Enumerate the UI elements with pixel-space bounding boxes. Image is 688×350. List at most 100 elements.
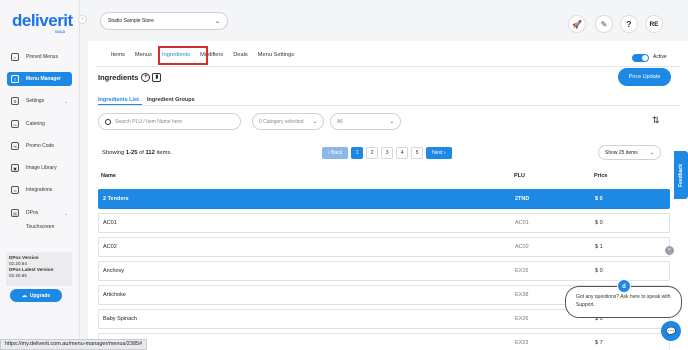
sidebar-item-label: Promo Code [26, 143, 55, 149]
subtab-ingredients-list[interactable]: Ingredients List [98, 97, 139, 103]
page-button[interactable]: 1 [351, 147, 364, 159]
row-name: Artichoke [103, 292, 126, 298]
cloud-upload-icon: ☁ [21, 292, 27, 299]
chevron-down-icon: ⌄ [214, 18, 220, 25]
store-select-value: Studio Sample Store [108, 18, 154, 24]
category-select-value: 0 Category selected [259, 118, 304, 125]
table-row[interactable]: EX23 $ 7 [98, 333, 670, 350]
status-select[interactable]: All ⌄ [330, 113, 401, 130]
chat-close-button[interactable]: × [665, 246, 674, 255]
per-page-value: Show 25 items [605, 149, 638, 156]
chevron-down-icon: ⌄ [312, 118, 317, 125]
row-name: AC02 [103, 244, 117, 250]
row-plu: EX26 [515, 316, 529, 322]
search-icon [105, 118, 111, 125]
brand-logo[interactable]: deliverit [12, 11, 73, 31]
feather-icon[interactable]: ✎ [595, 15, 613, 33]
sidebar-item-settings[interactable]: ⚙ Settings ⌄ [7, 94, 72, 108]
sidebar-collapse-button[interactable]: ‹ [78, 15, 87, 24]
table-row[interactable]: Anchovy EX15 $ 0 [98, 261, 670, 281]
column-header-plu[interactable]: PLU [514, 173, 525, 179]
bookmark-icon[interactable]: ▮ [152, 73, 162, 82]
latest-version-label: DPos Latest Version [9, 267, 54, 272]
subtab-ingredient-groups[interactable]: Ingredient Groups [147, 97, 195, 103]
chevron-down-icon: ⌄ [389, 118, 394, 125]
latest-version-value: 02.20.65 [9, 273, 27, 278]
row-price: $ 7 [595, 340, 603, 346]
row-name: 2 Tenders [103, 196, 129, 202]
tab-menu-settings[interactable]: Menu Settings [258, 52, 294, 58]
upgrade-button[interactable]: ☁ Upgrade [10, 289, 62, 302]
column-header-name[interactable]: Name [101, 173, 116, 179]
row-plu: EX23 [515, 340, 529, 346]
showing-total: 112 [145, 150, 155, 156]
sidebar-item-label: DPos [26, 210, 39, 216]
rocket-icon[interactable]: 🚀 [568, 15, 586, 33]
row-price: $ 0 [595, 196, 603, 202]
next-page-button[interactable]: Next › [426, 147, 452, 159]
tab-deals[interactable]: Deals [233, 52, 248, 58]
sidebar-item-label: Image Library [26, 165, 57, 171]
catering-icon: ▭ [11, 120, 19, 128]
page-button[interactable]: 5 [411, 147, 424, 159]
table-row[interactable]: 2 Tenders 2TND $ 0 [98, 189, 670, 209]
divider [96, 66, 681, 67]
sidebar-item-pinned-menus[interactable]: ▪ Pinned Menus [7, 50, 72, 64]
sidebar-item-image-library[interactable]: ▣ Image Library [7, 161, 72, 175]
table-row[interactable]: AC01 AC01 $ 0 [98, 213, 670, 233]
store-select[interactable]: Studio Sample Store ⌄ [100, 12, 228, 30]
page-button[interactable]: 3 [381, 147, 394, 159]
active-toggle[interactable] [632, 54, 649, 62]
sidebar-item-catering[interactable]: ▭ Catering [7, 117, 72, 131]
showing-range: 1-25 [125, 150, 138, 156]
row-plu: EX38 [515, 292, 529, 298]
status-select-value: All [337, 118, 343, 125]
row-name: Anchovy [103, 268, 125, 274]
pagination: ‹ Back 1 2 3 4 5 Next › [322, 147, 455, 159]
gear-icon: ⚙ [11, 97, 19, 105]
search-input[interactable]: Search PLU / Item Name here [98, 113, 241, 130]
sidebar-item-menu-manager[interactable]: ≡ Menu Manager [7, 72, 72, 86]
row-plu: AC01 [515, 220, 529, 226]
page-title: Ingredients + ▮ [98, 73, 162, 82]
row-price: $ 0 [595, 268, 603, 274]
chevron-down-icon: ⌄ [649, 149, 654, 156]
price-update-button[interactable]: Price Update [618, 68, 671, 86]
page-button[interactable]: 4 [396, 147, 409, 159]
page-button[interactable]: 2 [366, 147, 379, 159]
tab-items[interactable]: Items [111, 52, 125, 58]
sidebar-item-label: Catering [26, 121, 45, 127]
per-page-select[interactable]: Show 25 items ⌄ [598, 145, 661, 160]
image-icon: ▣ [11, 164, 19, 172]
sidebar-subitem-touchscreen[interactable]: Touchscreen [26, 224, 54, 230]
column-header-price[interactable]: Price [594, 173, 607, 179]
sidebar-item-integrations[interactable]: ∞ Integrations [7, 183, 72, 197]
active-toggle-label: Active [653, 54, 667, 60]
chevron-down-icon: ⌄ [64, 98, 68, 104]
tab-menus[interactable]: Menus [135, 52, 152, 58]
help-icon[interactable]: ? [620, 15, 638, 33]
chat-launcher-icon[interactable]: 💬 [661, 321, 681, 341]
divider [96, 105, 681, 106]
avatar[interactable]: RE [645, 15, 663, 33]
row-price: $ 1 [595, 244, 603, 250]
sidebar-item-label: Pinned Menus [26, 54, 58, 60]
table-row[interactable]: AC02 AC02 $ 1 [98, 237, 670, 257]
prev-page-button[interactable]: ‹ Back [322, 147, 349, 159]
add-icon[interactable]: + [141, 73, 151, 82]
filter-sort-icon[interactable]: ⇅ [652, 115, 660, 126]
sidebar-item-label: Menu Manager [26, 76, 62, 82]
active-subtab-indicator [98, 104, 142, 105]
tag-icon: % [11, 142, 19, 150]
sidebar-item-promo-code[interactable]: % Promo Code [7, 139, 72, 153]
feedback-tab[interactable]: Feedback [674, 151, 688, 199]
pos-icon: ▤ [11, 209, 19, 217]
row-name: AC01 [103, 220, 117, 226]
sidebar-item-label: Settings [26, 98, 45, 104]
chevron-down-icon: ⌄ [64, 210, 68, 216]
row-plu: EX15 [515, 268, 529, 274]
chat-agent-avatar: d [617, 279, 631, 293]
sidebar-item-dpos[interactable]: ▤ DPos ⌄ [7, 206, 72, 220]
tab-highlight-box [158, 46, 208, 65]
category-select[interactable]: 0 Category selected ⌄ [252, 113, 324, 130]
